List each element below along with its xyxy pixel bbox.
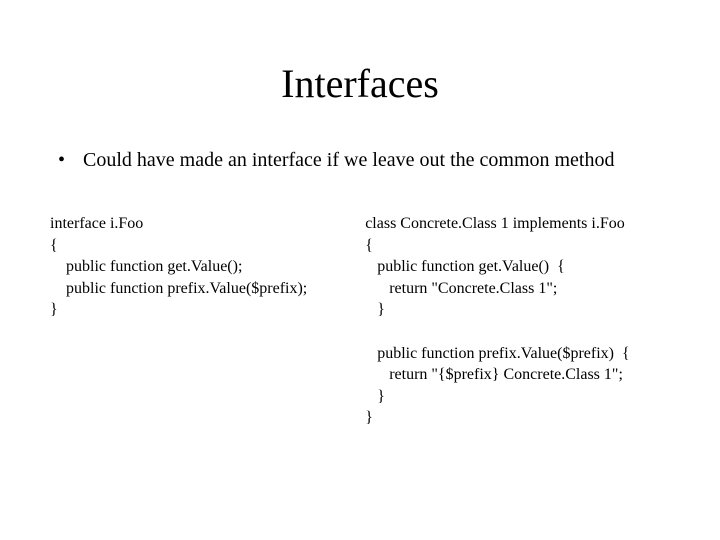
code-line: interface i.Foo: [50, 215, 143, 232]
code-line: {: [50, 237, 58, 254]
slide: Interfaces • Could have made an interfac…: [0, 0, 720, 540]
slide-title: Interfaces: [50, 60, 670, 107]
code-right: class Concrete.Class 1 implements i.Foo …: [365, 213, 700, 429]
code-line: public function get.Value() {: [365, 258, 565, 275]
bullet-item: • Could have made an interface if we lea…: [50, 147, 670, 173]
code-line: class Concrete.Class 1 implements i.Foo: [365, 215, 625, 232]
code-line: }: [365, 388, 385, 405]
code-line: return "Concrete.Class 1";: [365, 280, 557, 297]
bullet-text: Could have made an interface if we leave…: [83, 147, 614, 173]
code-line: }: [365, 409, 373, 426]
code-line: public function prefix.Value($prefix) {: [365, 345, 629, 362]
code-line: public function get.Value();: [50, 258, 242, 275]
code-line: return "{$prefix} Concrete.Class 1";: [365, 366, 623, 383]
code-line: }: [365, 301, 385, 318]
code-line: {: [365, 237, 373, 254]
code-columns: interface i.Foo { public function get.Va…: [50, 213, 670, 429]
code-line: }: [50, 301, 58, 318]
code-line: public function prefix.Value($prefix);: [50, 280, 307, 297]
code-left: interface i.Foo { public function get.Va…: [50, 213, 335, 429]
bullet-marker: •: [58, 147, 65, 173]
